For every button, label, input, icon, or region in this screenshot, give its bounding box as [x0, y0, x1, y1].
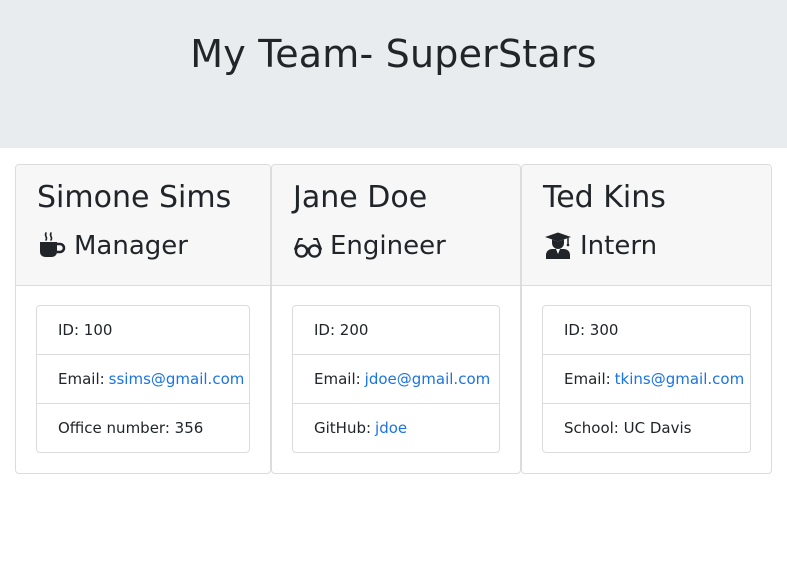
card-header: Simone Sims Manager — [16, 165, 270, 286]
employee-id: ID: 100 — [37, 306, 249, 355]
employee-info-list: ID: 100 Email: ssims@gmail.com Office nu… — [36, 305, 250, 453]
card-header: Ted Kins Intern — [522, 165, 771, 286]
employee-id: ID: 300 — [543, 306, 750, 355]
role-label: Engineer — [330, 231, 446, 261]
page-title: My Team- SuperStars — [190, 32, 597, 76]
employee-card-manager: Simone Sims Manager ID: 100 Email: ssims… — [15, 164, 271, 474]
email-link[interactable]: ssims@gmail.com — [109, 370, 245, 388]
github-label: GitHub: — [314, 419, 372, 437]
employee-role: Manager — [37, 229, 188, 263]
email-label: Email: — [58, 370, 105, 388]
role-label: Manager — [74, 231, 188, 261]
email-link[interactable]: jdoe@gmail.com — [365, 370, 491, 388]
employee-info-list: ID: 200 Email: jdoe@gmail.com GitHub: jd… — [292, 305, 500, 453]
employee-role: Engineer — [293, 229, 446, 263]
email-label: Email: — [564, 370, 611, 388]
graduate-icon — [543, 231, 573, 261]
glasses-icon — [293, 231, 323, 261]
employee-email-row: Email: jdoe@gmail.com — [293, 355, 499, 404]
employee-role: Intern — [543, 229, 657, 263]
email-label: Email: — [314, 370, 361, 388]
employee-name: Jane Doe — [293, 180, 428, 215]
employee-name: Ted Kins — [543, 180, 666, 215]
employee-email-row: Email: tkins@gmail.com — [543, 355, 750, 404]
role-label: Intern — [580, 231, 658, 261]
card-header: Jane Doe Engineer — [272, 165, 520, 286]
employee-email-row: Email: ssims@gmail.com — [37, 355, 249, 404]
github-link[interactable]: jdoe — [375, 419, 407, 437]
email-link[interactable]: tkins@gmail.com — [615, 370, 745, 388]
page-header: My Team- SuperStars — [0, 0, 787, 148]
employee-id: ID: 200 — [293, 306, 499, 355]
employee-card-engineer: Jane Doe Engineer ID: 200 Email: jdoe@gm… — [271, 164, 521, 474]
employee-name: Simone Sims — [37, 180, 232, 215]
office-number: Office number: 356 — [58, 419, 204, 437]
employee-info-list: ID: 300 Email: tkins@gmail.com School: U… — [542, 305, 751, 453]
coffee-mug-icon — [37, 231, 67, 261]
github-row: GitHub: jdoe — [293, 404, 499, 452]
employee-card-intern: Ted Kins Intern ID: 300 Email: tkins@gma… — [521, 164, 772, 474]
school: School: UC Davis — [564, 419, 692, 437]
